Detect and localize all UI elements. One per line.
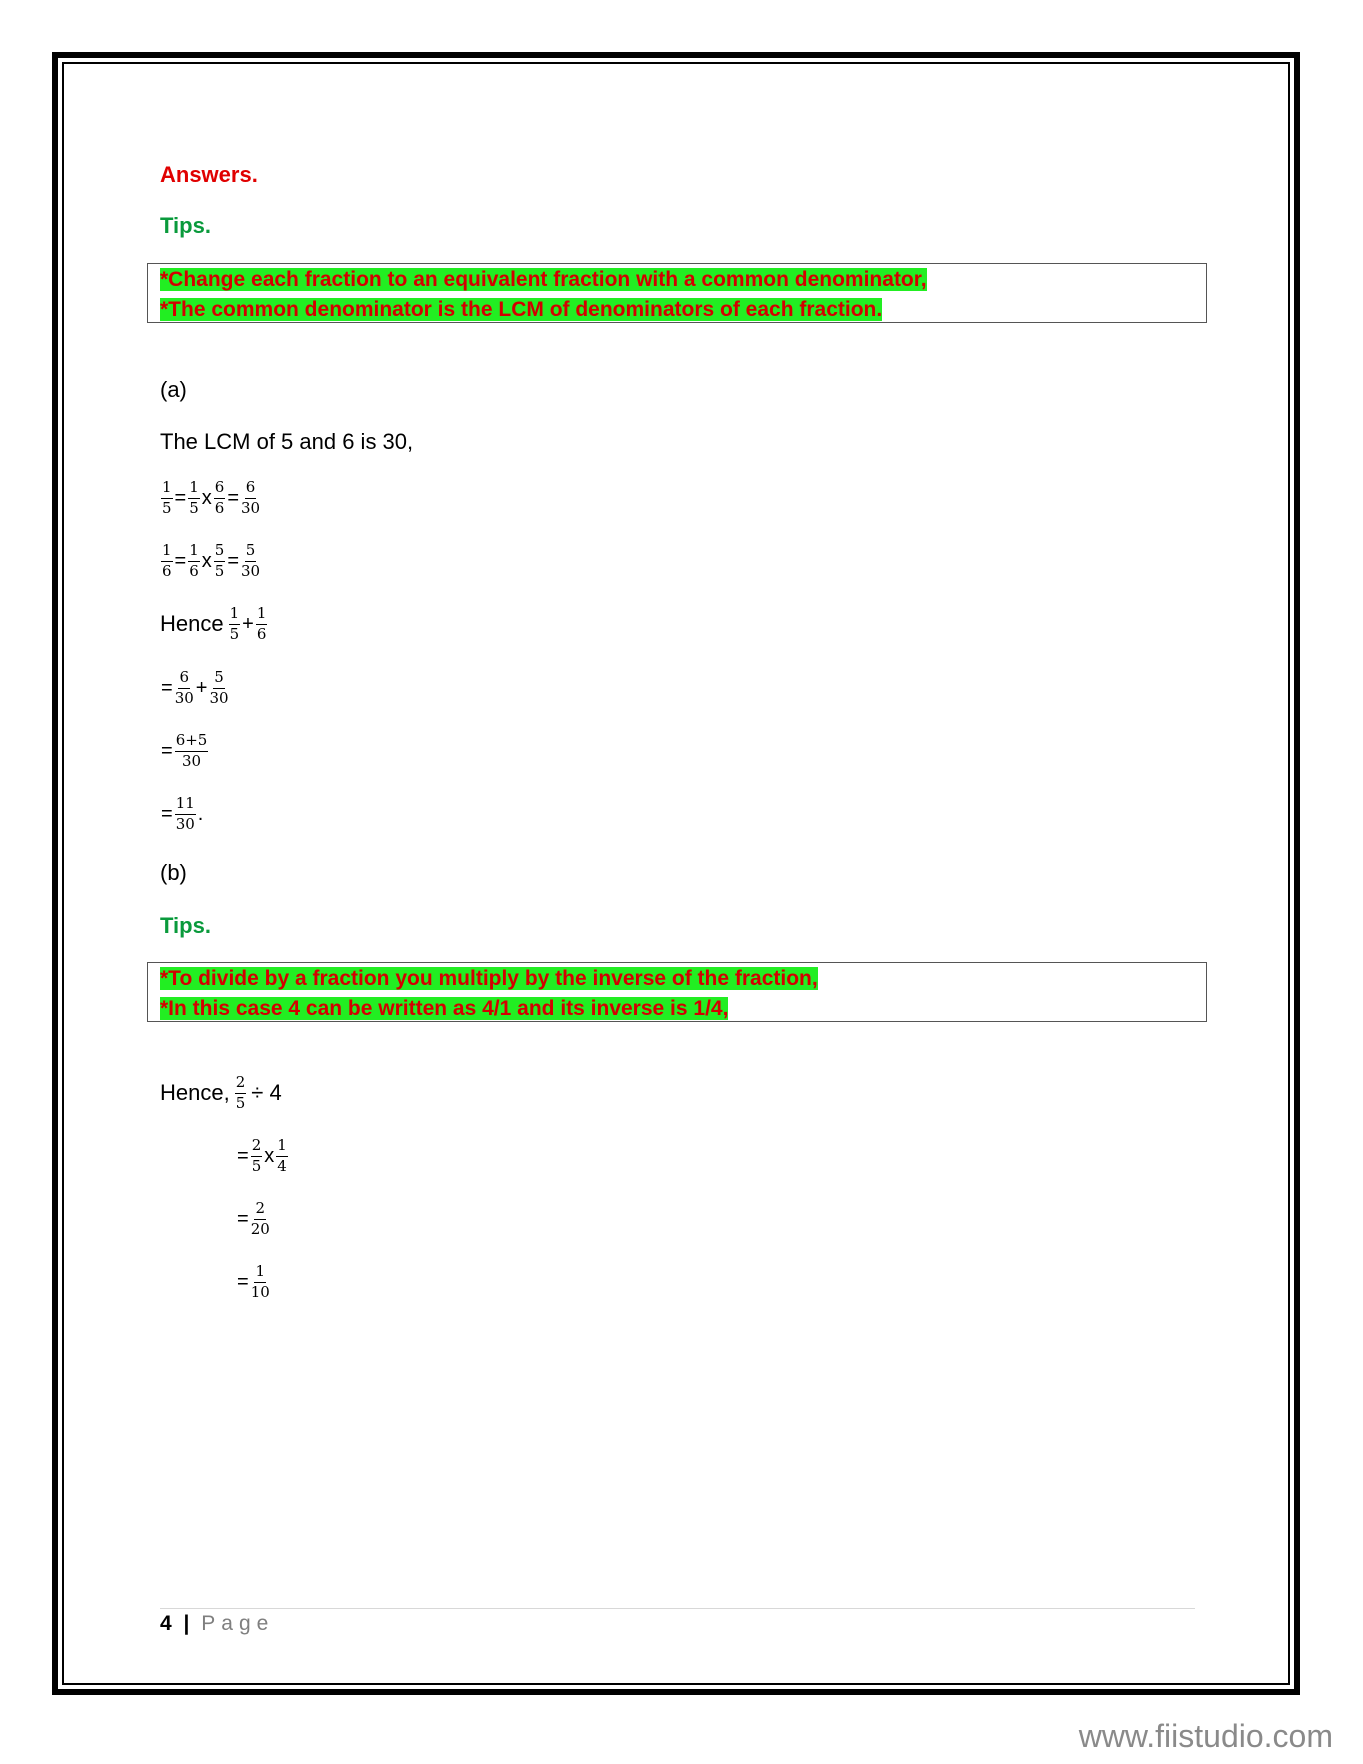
fraction: 25 — [250, 1136, 263, 1175]
watermark: www.fiistudio.com — [1078, 1718, 1333, 1754]
hence-label: Hence, — [160, 1080, 230, 1106]
tips-box-1: *Change each fraction to an equivalent f… — [147, 263, 1207, 323]
tip-line: *The common denominator is the LCM of de… — [160, 298, 883, 321]
hence-label: Hence — [160, 611, 224, 637]
lcm-text: The LCM of 5 and 6 is 30, — [160, 429, 414, 454]
tip-line: *In this case 4 can be written as 4/1 an… — [160, 997, 729, 1020]
divisor: ÷ 4 — [251, 1080, 282, 1106]
fraction: 5 30 — [209, 668, 229, 707]
footer-separator: | — [183, 1612, 190, 1635]
fraction: 5 30 — [241, 541, 261, 580]
step-b2: = 2 20 — [237, 1199, 270, 1238]
step-a1: = 6 30 + 5 30 — [161, 668, 229, 707]
tips-heading-1: Tips. — [160, 213, 211, 238]
page-number: 4 — [160, 1612, 172, 1635]
page-label: Page — [201, 1612, 275, 1635]
part-a-label: (a) — [160, 377, 187, 402]
hence-a: Hence 15 + 16 — [160, 604, 268, 643]
fraction: 1 10 — [250, 1262, 270, 1301]
fraction: 11 30 — [174, 794, 196, 833]
fraction: 15 — [188, 478, 200, 517]
fraction: 55 — [213, 541, 226, 580]
fraction: 14 — [276, 1136, 288, 1175]
step-a2: = 6+5 30 — [161, 731, 209, 770]
step-b3: = 1 10 — [237, 1262, 270, 1301]
part-b-label: (b) — [160, 860, 187, 885]
tip-line: *Change each fraction to an equivalent f… — [160, 268, 927, 291]
fraction: 16 — [255, 604, 268, 643]
answers-heading: Answers. — [160, 162, 258, 187]
fraction: 16 — [161, 541, 173, 580]
fraction: 66 — [213, 478, 226, 517]
fraction: 6+5 30 — [174, 731, 209, 770]
tips-heading-2: Tips. — [160, 913, 211, 938]
fraction: 6 30 — [174, 668, 194, 707]
fraction: 2 20 — [250, 1199, 270, 1238]
fraction: 15 — [228, 604, 241, 643]
equation-a1: 15 = 15 x 66 = 6 30 — [161, 478, 261, 517]
fraction: 6 30 — [241, 478, 261, 517]
tip-line: *To divide by a fraction you multiply by… — [160, 967, 818, 990]
equation-a2: 16 = 16 x 55 = 5 30 — [161, 541, 261, 580]
fraction: 25 — [234, 1073, 247, 1112]
fraction: 16 — [188, 541, 200, 580]
page-footer: 4 | Page — [160, 1612, 274, 1636]
fraction: 15 — [161, 478, 173, 517]
hence-b: Hence, 25 ÷ 4 — [160, 1073, 282, 1112]
step-a3: = 11 30 . — [161, 794, 204, 833]
step-b1: = 25 x 14 — [237, 1136, 288, 1175]
tips-box-2: *To divide by a fraction you multiply by… — [147, 962, 1207, 1022]
footer-divider — [160, 1608, 1195, 1609]
